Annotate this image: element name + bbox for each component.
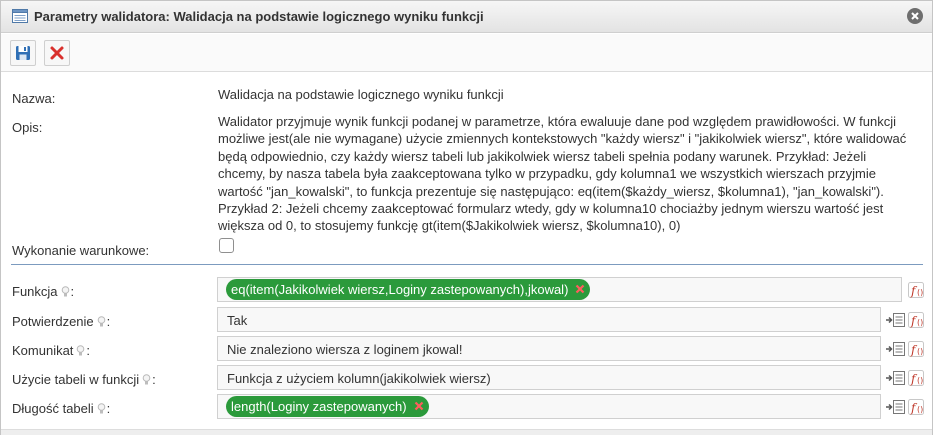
wykonanie-checkbox[interactable] [219,238,234,253]
param-label-funkcja: Funkcja: [12,284,75,299]
opis-line: Przykład 2: Jeżeli chcemy zaakceptować f… [218,201,884,217]
insert-variable-icon[interactable] [886,400,905,414]
opis-line: będą odpowiednio, czy każdy wiersz tabel… [218,148,867,164]
section-divider [11,264,923,265]
svg-text:(): () [917,288,923,297]
param-label-uzycie-tabeli: Użycie tabeli w funkcji: [12,372,156,387]
nazwa-label: Nazwa: [12,91,56,106]
dlugosc-tabeli-tag[interactable]: length(Loginy zastepowanych) [226,396,429,417]
uzycie-tabeli-value: Funkcja z użyciem kolumn(jakikolwiek wie… [227,371,491,386]
function-icon[interactable]: f() [908,399,924,415]
opis-line: Walidator przyjmuje wynik funkcji podane… [218,114,896,129]
potwierdzenie-input[interactable]: Tak [217,307,881,332]
dialog-title: Parametry walidatora: Walidacja na podst… [34,9,484,24]
remove-tag-icon[interactable] [575,284,585,294]
opis-line: większa od 0, to stosujemy funkcję gt(it… [218,218,681,234]
param-label-dlugosc-tabeli: Długość tabeli: [12,401,111,416]
dlugosc-tabeli-input[interactable]: length(Loginy zastepowanych) [217,394,881,419]
close-icon[interactable] [907,8,923,24]
nazwa-value: Walidacja na podstawie logicznego wyniku… [218,87,504,102]
dialog-bottom-edge [1,429,932,435]
komunikat-input[interactable]: Nie znaleziono wiersza z loginem jkowal! [217,336,881,361]
function-icon[interactable]: f() [908,312,924,328]
param-label-komunikat: Komunikat: [12,343,91,358]
param-label-potwierdzenie: Potwierdzenie: [12,314,111,329]
lightbulb-icon[interactable] [76,345,85,357]
opis-line: wartość "jan_kowalski", to funkcja preze… [218,183,884,199]
opis-line: możliwe jest(ale nie wymagane) użycie zm… [218,131,907,147]
wykonanie-label: Wykonanie warunkowe: [12,243,150,258]
potwierdzenie-value: Tak [227,313,248,328]
cancel-icon [50,46,64,60]
funkcja-tag-text: eq(item(Jakikolwiek wiersz,Loginy zastep… [231,282,569,297]
lightbulb-icon[interactable] [142,374,151,386]
function-icon[interactable]: f() [908,282,924,298]
dlugosc-tabeli-tag-text: length(Loginy zastepowanych) [231,399,407,414]
dialog-toolbar [1,34,932,72]
uzycie-tabeli-input[interactable]: Funkcja z użyciem kolumn(jakikolwiek wie… [217,365,881,390]
lightbulb-icon[interactable] [97,316,106,328]
insert-variable-icon[interactable] [886,313,905,327]
insert-variable-icon[interactable] [886,342,905,356]
opis-line: chcemy, by nasza tabela była zaakceptowa… [218,166,876,182]
validator-params-dialog: Parametry walidatora: Walidacja na podst… [0,0,933,435]
function-icon[interactable]: f() [908,370,924,386]
opis-description: Walidator przyjmuje wynik funkcji podane… [218,113,908,235]
svg-text:(): () [917,347,923,356]
window-icon [12,9,28,23]
cancel-button[interactable] [44,40,70,66]
save-icon [16,46,30,60]
svg-text:(): () [917,318,923,327]
lightbulb-icon[interactable] [97,403,106,415]
funkcja-tag[interactable]: eq(item(Jakikolwiek wiersz,Loginy zastep… [226,279,591,300]
funkcja-input[interactable]: eq(item(Jakikolwiek wiersz,Loginy zastep… [217,277,902,302]
save-button[interactable] [10,40,36,66]
lightbulb-icon[interactable] [61,286,70,298]
svg-text:(): () [917,405,923,414]
komunikat-value: Nie znaleziono wiersza z loginem jkowal! [227,342,463,357]
opis-label: Opis: [12,120,43,135]
dialog-titlebar: Parametry walidatora: Walidacja na podst… [1,1,932,33]
svg-text:(): () [917,376,923,385]
insert-variable-icon[interactable] [886,371,905,385]
remove-tag-icon[interactable] [414,401,424,411]
function-icon[interactable]: f() [908,341,924,357]
